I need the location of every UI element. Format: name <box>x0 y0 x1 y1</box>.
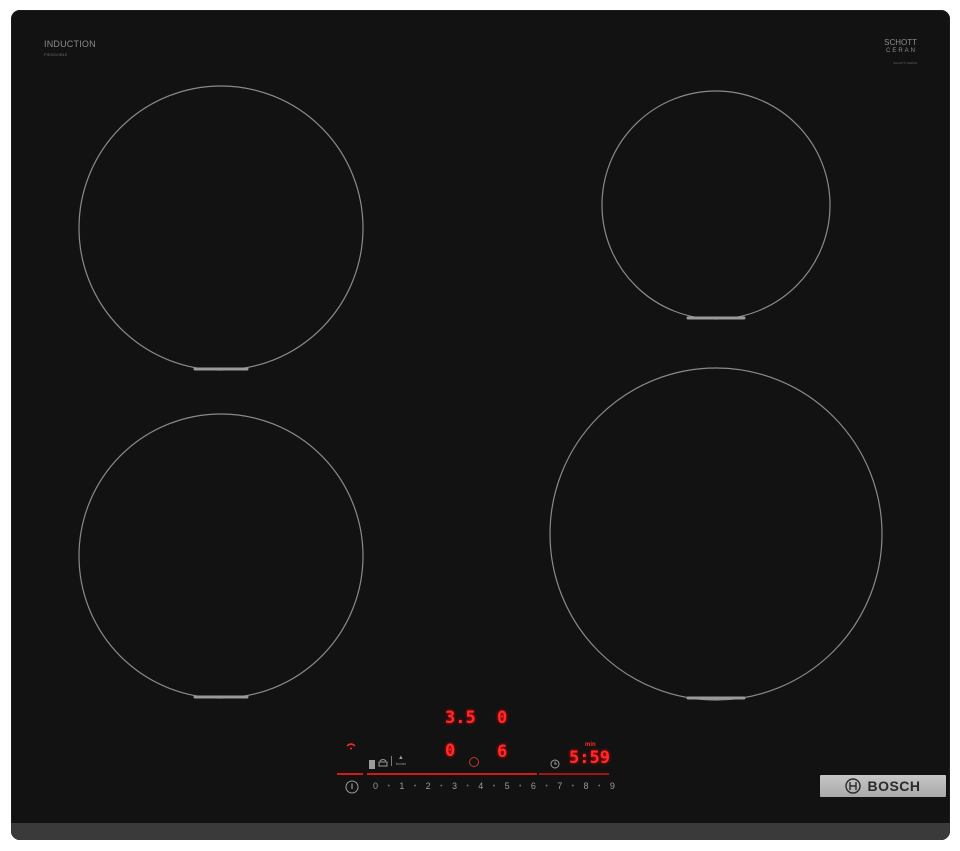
slider-step-0[interactable]: 0 <box>373 781 378 791</box>
slider-dot: • <box>492 782 496 790</box>
icon-divider <box>391 756 392 766</box>
slider-dot: • <box>545 782 548 790</box>
power-button[interactable] <box>345 780 359 794</box>
slider-dot: • <box>519 782 522 790</box>
front-right-level-display: 6 <box>497 742 508 762</box>
zone-front-left[interactable] <box>78 413 364 699</box>
rear-right-level-display: 0 <box>497 708 508 728</box>
boost-label: boost <box>396 761 406 766</box>
pan-icon[interactable] <box>378 755 388 773</box>
timer-display: 5:59 <box>569 748 610 768</box>
slider-dot: • <box>387 782 390 790</box>
zone-selection-line <box>367 773 537 775</box>
slider-dot: • <box>597 782 601 790</box>
front-left-level-display: 0 <box>445 741 456 761</box>
bosch-logo-icon <box>845 778 862 794</box>
slider-step-8[interactable]: 8 <box>584 781 589 791</box>
bosch-brand-name: BOSCH <box>867 778 921 794</box>
slider-step-9[interactable]: 9 <box>610 781 615 791</box>
zone-rear-left[interactable] <box>78 85 364 371</box>
timer-selection-line <box>539 773 609 775</box>
slider-dot: • <box>440 782 443 790</box>
slider-dot: • <box>413 782 417 790</box>
boost-button[interactable]: ▲ boost <box>396 755 406 766</box>
power-level-indicator: min <box>585 742 596 748</box>
rear-left-level-display: 3.5 <box>445 708 476 728</box>
zone-rear-right[interactable] <box>601 90 831 320</box>
zone-select-indicator[interactable] <box>469 757 479 767</box>
slider-step-4[interactable]: 4 <box>478 781 483 791</box>
induction-hob: INDUCTION PIE631HB1E SCHOTT CERAN SCHOTT… <box>11 10 950 840</box>
left-selection-line <box>337 773 363 775</box>
slider-step-6[interactable]: 6 <box>531 781 536 791</box>
slider-step-2[interactable]: 2 <box>426 781 431 791</box>
lock-icon[interactable] <box>369 756 375 774</box>
timer-clock-icon[interactable] <box>550 756 560 774</box>
slider-dot: • <box>466 782 469 790</box>
slider-dot: • <box>571 782 575 790</box>
slider-step-7[interactable]: 7 <box>557 781 562 791</box>
hob-frame-edge <box>11 823 950 840</box>
bosch-brand-plate: BOSCH <box>820 775 946 797</box>
slider-step-3[interactable]: 3 <box>452 781 457 791</box>
zone-front-right[interactable] <box>549 367 883 701</box>
power-slider-scale[interactable]: 0 • 1 • 2 • 3 • 4 • 5 • 6 • 7 • 8 • 9 <box>373 781 615 791</box>
slider-step-5[interactable]: 5 <box>505 781 510 791</box>
cooking-zones <box>78 85 883 701</box>
slider-step-1[interactable]: 1 <box>399 781 404 791</box>
power-icon <box>345 780 359 794</box>
wifi-icon[interactable] <box>346 743 356 752</box>
